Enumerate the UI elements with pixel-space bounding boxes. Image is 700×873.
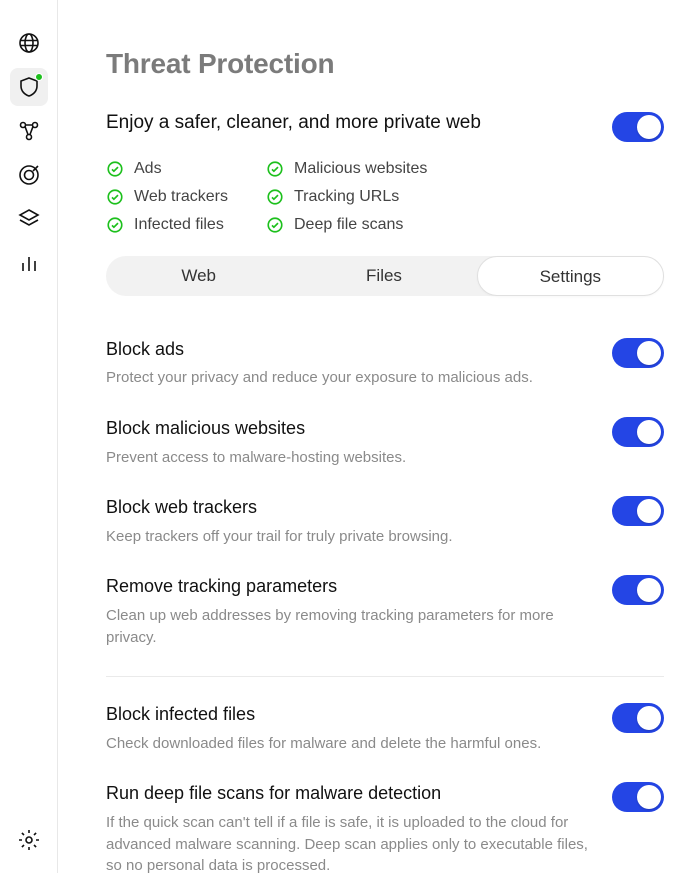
setting-block-web-trackers: Block web trackers Keep trackers off you… [106, 488, 664, 567]
status-badge [35, 73, 43, 81]
tab-files[interactable]: Files [291, 256, 476, 296]
setting-title: Block ads [106, 338, 596, 361]
check-circle-icon [106, 160, 124, 178]
setting-block-infected-files: Block infected files Check downloaded fi… [106, 695, 664, 774]
setting-deep-file-scans: Run deep file scans for malware detectio… [106, 774, 664, 873]
tabs: Web Files Settings [106, 256, 664, 296]
section-divider [106, 676, 664, 677]
sidebar-item-meshnet[interactable] [10, 112, 48, 150]
sidebar-item-settings[interactable] [10, 821, 48, 859]
master-toggle[interactable] [612, 112, 664, 142]
gear-icon [17, 828, 41, 852]
page-title: Threat Protection [106, 48, 664, 80]
setting-desc: Protect your privacy and reduce your exp… [106, 367, 596, 389]
sidebar-item-target[interactable] [10, 156, 48, 194]
feature-web-trackers: Web trackers [106, 188, 266, 206]
sidebar-item-stats[interactable] [10, 244, 48, 282]
sidebar-item-shield[interactable] [10, 68, 48, 106]
target-icon [17, 163, 41, 187]
check-circle-icon [266, 160, 284, 178]
check-circle-icon [106, 188, 124, 206]
setting-desc: If the quick scan can't tell if a file i… [106, 812, 596, 873]
feature-tracking-urls: Tracking URLs [266, 188, 486, 206]
setting-title: Remove tracking parameters [106, 575, 596, 598]
feature-ads: Ads [106, 160, 266, 178]
setting-desc: Clean up web addresses by removing track… [106, 605, 596, 649]
tab-web[interactable]: Web [106, 256, 291, 296]
setting-desc: Prevent access to malware-hosting websit… [106, 447, 596, 469]
layers-icon [17, 207, 41, 231]
setting-title: Block malicious websites [106, 417, 596, 440]
feature-malicious-websites: Malicious websites [266, 160, 486, 178]
check-circle-icon [266, 188, 284, 206]
toggle-block-ads[interactable] [612, 338, 664, 368]
hero-tagline: Enjoy a safer, cleaner, and more private… [106, 112, 481, 134]
setting-title: Block web trackers [106, 496, 596, 519]
sidebar [0, 0, 58, 873]
toggle-remove-tracking-parameters[interactable] [612, 575, 664, 605]
tab-settings[interactable]: Settings [477, 256, 664, 296]
setting-block-ads: Block ads Protect your privacy and reduc… [106, 330, 664, 409]
toggle-block-web-trackers[interactable] [612, 496, 664, 526]
feature-deep-file-scans: Deep file scans [266, 216, 486, 234]
stats-icon [17, 251, 41, 275]
setting-title: Run deep file scans for malware detectio… [106, 782, 596, 805]
toggle-block-infected-files[interactable] [612, 703, 664, 733]
hero-row: Enjoy a safer, cleaner, and more private… [106, 112, 664, 142]
feature-infected-files: Infected files [106, 216, 266, 234]
setting-title: Block infected files [106, 703, 596, 726]
sidebar-item-layers[interactable] [10, 200, 48, 238]
check-circle-icon [266, 216, 284, 234]
toggle-deep-file-scans[interactable] [612, 782, 664, 812]
globe-icon [17, 31, 41, 55]
sidebar-item-globe[interactable] [10, 24, 48, 62]
main-content: Threat Protection Enjoy a safer, cleaner… [58, 0, 700, 873]
setting-desc: Check downloaded files for malware and d… [106, 733, 596, 755]
toggle-block-malicious-websites[interactable] [612, 417, 664, 447]
network-icon [17, 119, 41, 143]
setting-remove-tracking-parameters: Remove tracking parameters Clean up web … [106, 567, 664, 668]
setting-block-malicious-websites: Block malicious websites Prevent access … [106, 409, 664, 488]
feature-grid: Ads Malicious websites Web trackers Trac… [106, 160, 664, 234]
settings-list: Block ads Protect your privacy and reduc… [106, 330, 664, 873]
setting-desc: Keep trackers off your trail for truly p… [106, 526, 596, 548]
check-circle-icon [106, 216, 124, 234]
